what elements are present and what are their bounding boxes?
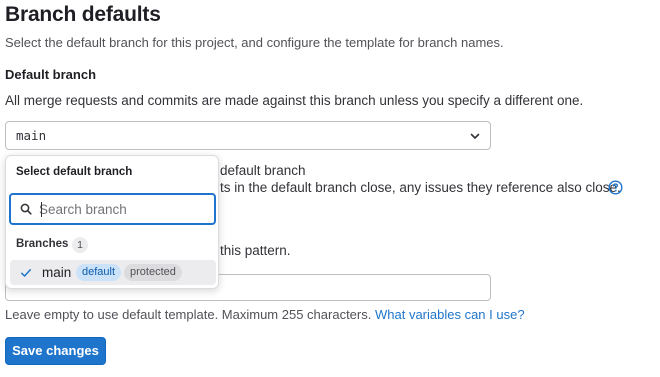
variables-help-link[interactable]: What variables can I use? bbox=[375, 307, 525, 322]
default-branch-description: All merge requests and commits are made … bbox=[5, 93, 584, 108]
page-subtitle: Select the default branch for this proje… bbox=[5, 35, 504, 50]
branch-option-main[interactable]: main default protected bbox=[10, 260, 216, 285]
default-branch-label: Default branch bbox=[5, 67, 97, 82]
auto-close-description: ts in the default branch close, any issu… bbox=[220, 180, 621, 195]
page-title: Branch defaults bbox=[5, 3, 161, 26]
save-changes-button[interactable]: Save changes bbox=[5, 337, 106, 365]
branch-dropdown: Select default branch Branches 1 main de… bbox=[5, 155, 219, 289]
chevron-down-icon bbox=[470, 133, 480, 139]
text-caret bbox=[41, 202, 42, 217]
branches-count-badge: 1 bbox=[72, 237, 88, 253]
help-icon[interactable] bbox=[608, 180, 623, 195]
protected-badge: protected bbox=[124, 264, 182, 281]
helper-text: Leave empty to use default template. Max… bbox=[5, 307, 372, 322]
branch-option-name: main bbox=[42, 265, 72, 280]
default-branch-selected-value: main bbox=[16, 128, 47, 143]
check-icon bbox=[21, 269, 32, 277]
default-badge: default bbox=[76, 264, 122, 281]
dropdown-header: Select default branch bbox=[16, 166, 133, 178]
branch-search-input[interactable] bbox=[39, 200, 209, 219]
default-branch-select[interactable]: main bbox=[5, 121, 491, 150]
branches-group-label: Branches bbox=[16, 238, 69, 250]
search-icon bbox=[20, 203, 32, 215]
branch-template-helper: Leave empty to use default template. Max… bbox=[5, 307, 525, 322]
branch-template-description: this pattern. bbox=[220, 243, 291, 258]
branch-search-field[interactable] bbox=[9, 193, 216, 225]
auto-close-label: default branch bbox=[220, 163, 306, 178]
